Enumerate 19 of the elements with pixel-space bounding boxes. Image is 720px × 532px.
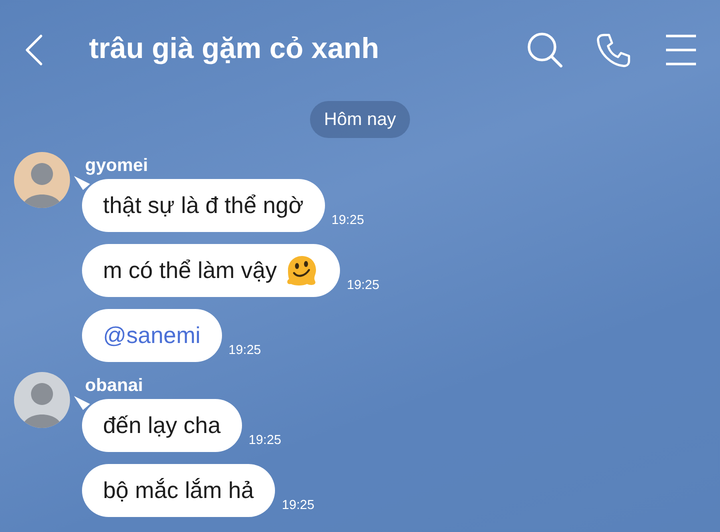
message-text: bộ mắc lắm hả (103, 476, 254, 506)
message-text: thật sự là đ thể ngờ (103, 191, 304, 220)
message-time: 19:25 (282, 496, 314, 514)
message-time: 19:25 (332, 210, 364, 228)
bubble-tail (74, 396, 90, 410)
message-text: đến lạy cha (103, 411, 221, 440)
sender-name: gyomei (85, 154, 150, 176)
message-time: 19:25 (248, 430, 282, 448)
sender-name: obanai (85, 374, 144, 396)
menu-icon[interactable] (666, 34, 696, 66)
search-icon[interactable] (526, 31, 564, 69)
phone-icon[interactable] (596, 32, 632, 68)
message-time: 19:25 (346, 276, 380, 294)
back-icon[interactable] (24, 34, 44, 66)
bubble-tail (74, 176, 90, 190)
chat-title: trâu già gặm cỏ xanh (89, 32, 380, 68)
message-text: m có thể làm vậy (103, 256, 277, 286)
message-time: 19:25 (228, 340, 262, 358)
mention-link[interactable]: @sanemi (103, 318, 200, 353)
